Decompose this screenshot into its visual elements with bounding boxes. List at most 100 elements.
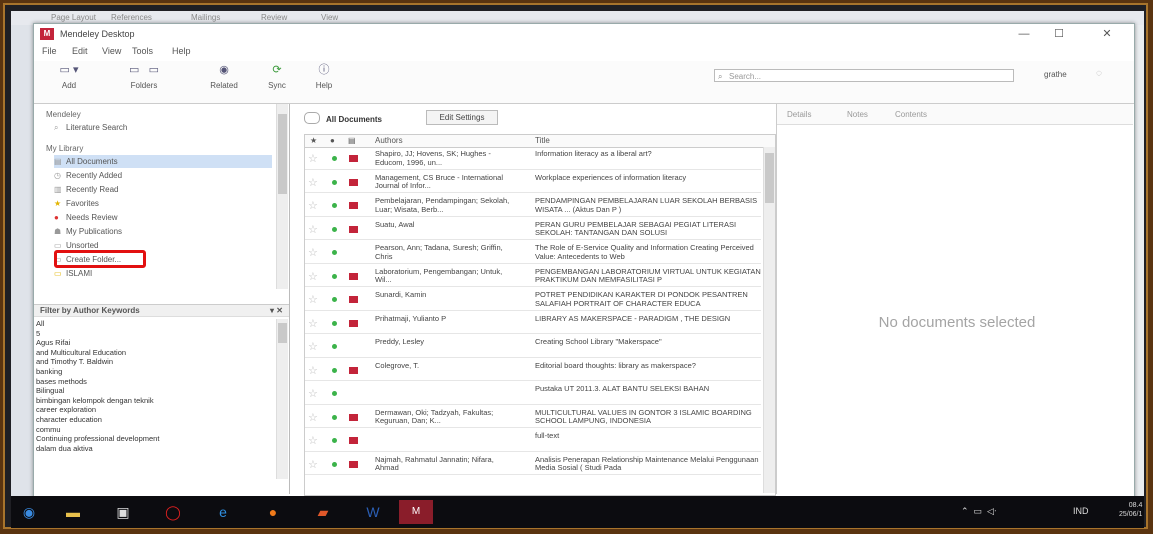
table-row[interactable]: ☆ Pustaka UT 2011.3. ALAT BANTU SELEKSI B… [305, 383, 761, 405]
unread-dot-icon[interactable] [332, 367, 337, 373]
pdf-icon[interactable] [349, 366, 358, 374]
authors-column-header[interactable]: Authors [375, 136, 403, 145]
favorite-star-icon[interactable]: ☆ [308, 411, 318, 424]
filter-item[interactable]: Continuing professional development [36, 434, 276, 444]
table-scrollbar[interactable] [763, 147, 775, 493]
pdf-icon[interactable] [349, 202, 358, 209]
filter-scroll-thumb[interactable] [278, 323, 287, 343]
favorite-star-icon[interactable]: ☆ [308, 340, 318, 353]
tab-details[interactable]: Details [787, 110, 811, 119]
filter-item[interactable]: All [36, 319, 276, 329]
maximize-button[interactable]: ☐ [1044, 26, 1074, 42]
firefox-icon[interactable]: ● [259, 500, 287, 524]
read-column-header[interactable]: ● [330, 136, 335, 145]
favorite-star-icon[interactable]: ☆ [308, 364, 318, 377]
library-scroll-thumb[interactable] [278, 114, 287, 194]
tab-contents[interactable]: Contents [895, 110, 927, 119]
input-language[interactable]: IND [1073, 506, 1089, 516]
pdf-icon[interactable] [349, 155, 358, 162]
unread-dot-icon[interactable] [332, 273, 337, 279]
filter-header[interactable]: Filter by Author Keywords ▾ ✕ [34, 305, 289, 317]
title-column-header[interactable]: Title [535, 136, 550, 145]
filter-item[interactable]: Bilingual [36, 386, 276, 396]
system-clock[interactable]: 08.4 25/06/1 [1119, 501, 1142, 519]
menu-file[interactable]: File [42, 46, 57, 56]
minimize-button[interactable]: — [1009, 26, 1039, 42]
literature-search-item[interactable]: ⌕ Literature Search [54, 121, 272, 134]
powerpoint-icon[interactable]: ▰ [309, 500, 337, 524]
tray-icons[interactable]: ⌃ ▭ ◁ᐧ [961, 506, 996, 517]
library-item-recently-read[interactable]: ▥ Recently Read [54, 183, 272, 196]
opera-icon[interactable]: ◯ [159, 500, 187, 524]
mendeley-taskbar-icon[interactable]: M [399, 500, 433, 524]
menu-tools[interactable]: Tools [132, 46, 153, 56]
library-item-my-publications[interactable]: ☗ My Publications [54, 225, 272, 238]
menu-edit[interactable]: Edit [72, 46, 88, 56]
library-item-needs-review[interactable]: ● Needs Review [54, 211, 272, 224]
pdf-icon[interactable] [349, 319, 358, 327]
unread-dot-icon[interactable] [332, 438, 337, 443]
pdf-icon[interactable] [349, 460, 358, 468]
help-button[interactable]: ⓘ Help [304, 63, 344, 90]
edge-icon[interactable]: e [209, 500, 237, 524]
user-avatar-icon[interactable]: ◌ [1096, 68, 1102, 79]
pdf-icon[interactable] [349, 225, 358, 233]
tab-notes[interactable]: Notes [847, 110, 868, 119]
menu-view[interactable]: View [102, 46, 121, 56]
folders-button[interactable]: ▭ ▭ Folders [104, 63, 184, 90]
filter-item[interactable]: 5 [36, 329, 276, 339]
table-row[interactable]: ☆ Preddy, Lesley Creating School Library "… [305, 336, 761, 358]
word-icon[interactable]: W [359, 500, 387, 524]
favorite-star-icon[interactable]: ☆ [308, 223, 318, 236]
unread-dot-icon[interactable] [332, 461, 337, 467]
filter-item[interactable]: bases methods [36, 377, 276, 387]
favorite-star-icon[interactable]: ☆ [308, 458, 318, 471]
unread-dot-icon[interactable] [332, 203, 337, 208]
table-row[interactable]: ☆ Pembelajaran, Pendampingan; Sekolah, Lu… [305, 195, 761, 217]
pdf-icon[interactable] [349, 272, 358, 280]
favorite-column-header[interactable]: ★ [310, 136, 317, 145]
library-item-recently-added[interactable]: ◷ Recently Added [54, 169, 272, 182]
filter-item[interactable]: Agus Rifai [36, 338, 276, 348]
table-row[interactable]: ☆ Shapiro, JJ; Hovens, SK; Hughes - Educo… [305, 148, 761, 170]
table-row[interactable]: ☆ Colegrove, T. Editorial board thoughts: … [305, 360, 761, 381]
edit-settings-button[interactable]: Edit Settings [426, 110, 498, 125]
user-name[interactable]: grathe [1044, 70, 1067, 79]
table-row[interactable]: ☆ Suatu, Awal PERAN GURU PEMBELAJAR SEBAGA… [305, 219, 761, 240]
unread-dot-icon[interactable] [332, 344, 337, 349]
pdf-icon[interactable] [349, 437, 358, 444]
favorite-star-icon[interactable]: ☆ [308, 387, 318, 400]
pdf-icon[interactable] [349, 178, 358, 186]
file-column-header[interactable]: ▤ [348, 136, 356, 145]
filter-item[interactable]: career exploration [36, 405, 276, 415]
table-row[interactable]: ☆ Laboratorium, Pengembangan; Untuk, Wil.… [305, 266, 761, 287]
table-row[interactable]: ☆ Prihatmaji, Yulianto P LIBRARY AS MAKERS… [305, 313, 761, 334]
file-explorer-icon[interactable]: ▬ [59, 500, 87, 524]
library-scrollbar[interactable] [276, 104, 288, 289]
filter-item[interactable]: banking [36, 367, 276, 377]
pdf-icon[interactable] [349, 296, 358, 303]
favorite-star-icon[interactable]: ☆ [308, 293, 318, 306]
table-row[interactable]: ☆ full-text [305, 430, 761, 452]
table-scroll-thumb[interactable] [765, 153, 774, 203]
pdf-icon[interactable] [349, 413, 358, 421]
filter-item[interactable]: and Multicultural Education [36, 348, 276, 358]
table-row[interactable]: ☆ Management, CS Bruce - International Jo… [305, 172, 761, 193]
favorite-star-icon[interactable]: ☆ [308, 434, 318, 447]
unread-dot-icon[interactable] [332, 250, 337, 255]
favorite-star-icon[interactable]: ☆ [308, 152, 318, 165]
favorite-star-icon[interactable]: ☆ [308, 246, 318, 259]
filter-item[interactable]: bimbingan kelompok dengan teknik [36, 396, 276, 406]
add-button[interactable]: ▭ ▾ Add [44, 63, 94, 90]
filter-item[interactable]: and Timothy T. Baldwin [36, 357, 276, 367]
menu-help[interactable]: Help [172, 46, 191, 56]
favorite-star-icon[interactable]: ☆ [308, 176, 318, 189]
library-item-favorites[interactable]: ★ Favorites [54, 197, 272, 210]
unread-dot-icon[interactable] [332, 156, 337, 161]
unread-dot-icon[interactable] [332, 414, 337, 420]
search-input[interactable]: ⌕ Search... [714, 69, 1014, 82]
favorite-star-icon[interactable]: ☆ [308, 270, 318, 283]
filter-item[interactable]: character education [36, 415, 276, 425]
unread-dot-icon[interactable] [332, 226, 337, 232]
windows-start-icon[interactable]: ◉ [15, 500, 43, 524]
